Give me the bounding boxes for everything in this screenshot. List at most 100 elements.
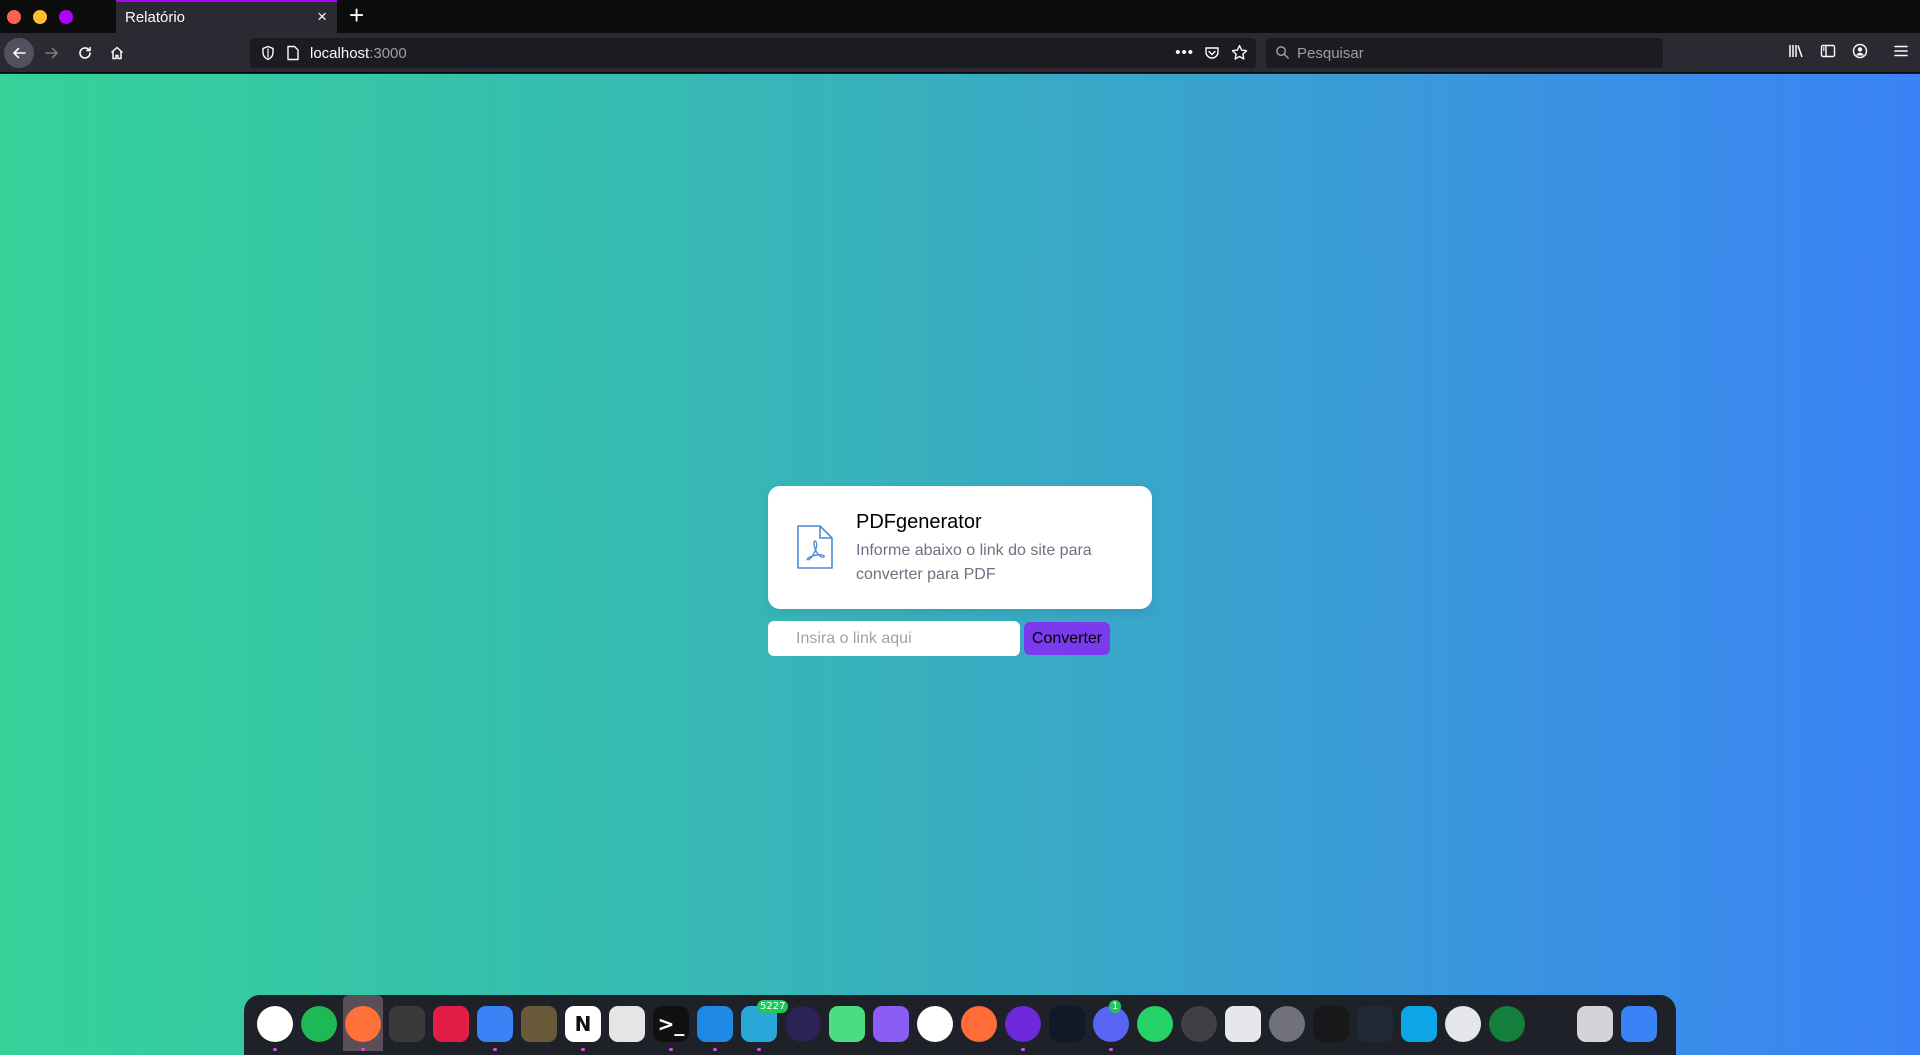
bookmark-star-icon[interactable] [1231, 44, 1248, 61]
dock-item-discord[interactable]: 1 [1091, 995, 1131, 1051]
dock-item-trash[interactable] [1575, 995, 1615, 1051]
page-info-icon[interactable] [286, 45, 300, 61]
hamburger-menu-icon[interactable] [1893, 43, 1909, 59]
dock-item-mongodb-compass[interactable] [915, 995, 955, 1051]
dock-item-spotify[interactable] [299, 995, 339, 1051]
settings-icon [1181, 1006, 1217, 1042]
pocket-icon[interactable] [1204, 45, 1220, 61]
dock-item-chrome[interactable] [255, 995, 295, 1051]
remote-desktop-icon [1049, 1006, 1085, 1042]
running-indicator [1109, 1048, 1113, 1051]
dock-item-eclipse[interactable] [783, 995, 823, 1051]
eclipse-icon [785, 1006, 821, 1042]
dock-item-activity-monitor[interactable] [1311, 995, 1351, 1051]
dock-item-screenshot[interactable] [387, 995, 427, 1051]
reload-button[interactable] [70, 38, 100, 68]
gimp-icon [521, 1006, 557, 1042]
search-icon [1276, 46, 1289, 59]
home-button[interactable] [102, 38, 132, 68]
sidebar-icon[interactable] [1820, 43, 1836, 59]
close-window-button[interactable] [7, 10, 21, 24]
dock-item-flameshot[interactable] [431, 995, 471, 1051]
url-bar[interactable]: localhost:3000 ••• [250, 38, 1256, 68]
forward-button[interactable] [37, 38, 67, 68]
dock-item-github-desktop[interactable] [871, 995, 911, 1051]
chrome-icon [257, 1006, 293, 1042]
running-indicator [713, 1048, 717, 1051]
minimize-window-button[interactable] [33, 10, 47, 24]
dock-item-text-editor[interactable] [607, 995, 647, 1051]
network-icon [1445, 1006, 1481, 1042]
terminal-glyph: >_ [657, 1012, 685, 1036]
account-icon[interactable] [1852, 43, 1868, 59]
dock-item-finder[interactable] [475, 995, 515, 1051]
running-indicator [1021, 1048, 1025, 1051]
radar-icon [1489, 1006, 1525, 1042]
system-preferences-icon [1269, 1006, 1305, 1042]
app-launcher-icon [1621, 1006, 1657, 1042]
dock-item-dbeaver[interactable] [1003, 995, 1043, 1051]
search-bar[interactable]: Pesquisar [1266, 38, 1663, 68]
dock-item-gimp[interactable] [519, 995, 559, 1051]
tweaks-icon [1225, 1006, 1261, 1042]
navigation-toolbar: localhost:3000 ••• Pesquisar [0, 33, 1920, 73]
postman-icon [961, 1006, 997, 1042]
reload-icon [79, 46, 91, 59]
dock-item-whatsapp[interactable] [1135, 995, 1175, 1051]
running-indicator [493, 1048, 497, 1051]
running-indicator [273, 1048, 277, 1051]
url-port: :3000 [369, 45, 407, 62]
pdf-file-icon [797, 525, 833, 569]
notion-glyph: N [574, 1012, 592, 1036]
tab-close-icon[interactable]: × [317, 7, 327, 27]
maximize-window-button[interactable] [59, 10, 73, 24]
running-indicator [669, 1048, 673, 1051]
dock-item-remote-desktop[interactable] [1047, 995, 1087, 1051]
github-desktop-icon [873, 1006, 909, 1042]
dbeaver-icon [1005, 1006, 1041, 1042]
dock-item-scissors[interactable] [1531, 995, 1571, 1051]
arrow-left-icon [13, 47, 26, 59]
dock-item-radar[interactable] [1487, 995, 1527, 1051]
library-icon[interactable] [1788, 43, 1804, 59]
dock-item-calculator[interactable] [1355, 995, 1395, 1051]
dock-item-tweaks[interactable] [1223, 995, 1263, 1051]
firefox-icon [345, 1006, 381, 1042]
dock-item-vscode[interactable] [695, 995, 735, 1051]
dock-item-notion[interactable]: N [563, 995, 603, 1051]
page-actions-menu-icon[interactable]: ••• [1175, 44, 1194, 61]
dock-item-firefox[interactable] [343, 995, 383, 1051]
trash-icon [1577, 1006, 1613, 1042]
arrow-right-icon [45, 47, 58, 59]
rocket-icon [829, 1006, 865, 1042]
dock-item-rocket[interactable] [827, 995, 867, 1051]
tab-strip: Relatório × + [0, 0, 1920, 33]
convert-button[interactable]: Converter [1024, 622, 1110, 655]
link-input[interactable] [768, 621, 1020, 656]
dock-item-terminal[interactable]: >_ [651, 995, 691, 1051]
text-editor-icon [609, 1006, 645, 1042]
dock-item-app-launcher[interactable] [1619, 995, 1659, 1051]
dock-item-system-preferences[interactable] [1267, 995, 1307, 1051]
screenshot-icon [389, 1006, 425, 1042]
running-indicator [757, 1048, 761, 1051]
dock-item-telegram[interactable]: 5227 [739, 995, 789, 1051]
dock-item-network[interactable] [1443, 995, 1483, 1051]
new-tab-button[interactable]: + [349, 2, 364, 28]
finder-icon [477, 1006, 513, 1042]
dock-item-postman[interactable] [959, 995, 999, 1051]
vscode-icon [697, 1006, 733, 1042]
app-store-icon [1401, 1006, 1437, 1042]
dock-item-app-store[interactable] [1399, 995, 1439, 1051]
url-text: localhost:3000 [310, 45, 407, 62]
spotify-icon [301, 1006, 337, 1042]
mongodb-compass-icon [917, 1006, 953, 1042]
dock-item-settings[interactable] [1179, 995, 1219, 1051]
tab-relatorio[interactable]: Relatório × [116, 0, 337, 33]
shield-icon[interactable] [260, 45, 276, 61]
back-button[interactable] [4, 38, 34, 68]
running-indicator [361, 1048, 365, 1051]
calculator-icon [1357, 1006, 1393, 1042]
search-placeholder: Pesquisar [1297, 45, 1364, 62]
running-indicator [581, 1048, 585, 1051]
